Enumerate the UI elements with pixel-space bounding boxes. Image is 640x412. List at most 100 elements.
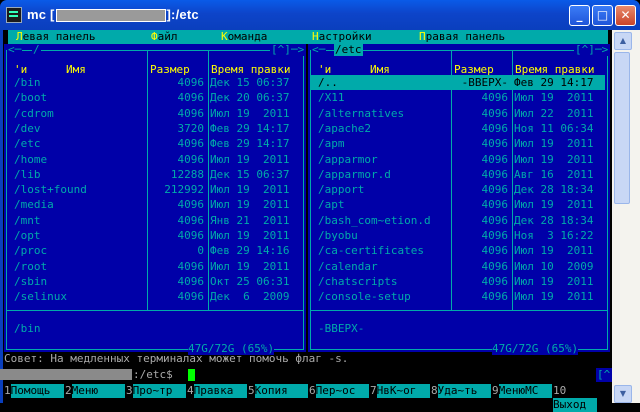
fkey-number: 4 [187, 384, 194, 397]
file-mtime: Июл 19 2011 [514, 91, 594, 105]
fkey-7[interactable]: 7НвК~ог [370, 384, 430, 398]
file-row[interactable]: /home 4096 Июл 19 2011 [7, 152, 301, 167]
file-name: /lost+found [14, 183, 87, 197]
file-mtime: Июл 19 2011 [210, 106, 290, 120]
left-panel[interactable]: <─ / [^] ─> 'и Имя Размер Время правки /… [4, 43, 306, 355]
fkey-2[interactable]: 2Меню [65, 384, 125, 398]
right-panel[interactable]: <─ /etc [^] ─> 'и Имя Размер Время правк… [308, 44, 610, 355]
fkey-3[interactable]: 3Про~тр [126, 384, 186, 398]
file-size: 4096 [177, 198, 205, 212]
file-name: /ca-certificates [318, 244, 424, 258]
panel-history-right[interactable]: ─> [594, 44, 610, 56]
panel-history-left[interactable]: <─ [311, 44, 327, 56]
file-row[interactable]: /apt 4096 Июл 19 2011 [311, 197, 605, 212]
file-size: 4096 [481, 259, 509, 273]
file-size: 4096 [177, 290, 205, 304]
file-row[interactable]: /cdrom 4096 Июл 19 2011 [7, 106, 301, 121]
file-row[interactable]: /etc 4096 Фев 29 14:17 [7, 136, 301, 151]
terminal-icon [6, 7, 22, 23]
file-name: /chatscripts [318, 274, 398, 288]
file-row[interactable]: /bash_com~etion.d 4096 Дек 28 18:34 [311, 213, 605, 228]
fkey-number: 6 [309, 384, 316, 397]
file-row[interactable]: /media 4096 Июл 19 2011 [7, 197, 301, 212]
file-mtime: Фев 29 14:16 [210, 244, 290, 258]
scroll-down-icon[interactable]: ▼ [614, 385, 632, 403]
hint-line: Совет: На медленных терминалах может пом… [0, 352, 610, 366]
close-button[interactable]: ✕ [615, 5, 636, 26]
file-mtime: Фев 29 14:17 [514, 76, 594, 89]
file-row[interactable]: /apparmor 4096 Июл 19 2011 [311, 152, 605, 167]
file-name: /cdrom [14, 106, 54, 120]
file-mtime: Июл 19 2011 [210, 152, 290, 166]
menu-options[interactable]: Настройки [312, 30, 372, 44]
file-name: /bash_com~etion.d [318, 213, 431, 227]
file-row[interactable]: /apport 4096 Дек 28 18:34 [311, 182, 605, 197]
window-titlebar[interactable]: mc []:/etc _ □ ✕ [0, 0, 640, 30]
file-row[interactable]: /bin 4096 Дек 15 06:37 [7, 75, 301, 90]
file-row-selected[interactable]: /.. -ВВЕРХ- Фев 29 14:17 [311, 75, 605, 90]
file-row[interactable]: /alternatives 4096 Июл 22 2011 [311, 106, 605, 121]
file-mtime: Дек 6 2009 [210, 290, 290, 304]
fkey-9[interactable]: 9МенюМС [492, 384, 552, 398]
file-size: 4096 [177, 229, 205, 242]
file-name: /opt [14, 229, 41, 242]
file-row[interactable]: /X11 4096 Июл 19 2011 [311, 90, 605, 105]
file-name: /apport [318, 183, 365, 197]
file-size: 4096 [481, 229, 509, 242]
scroll-up-icon[interactable]: ▲ [614, 32, 632, 50]
file-size: 4096 [481, 121, 509, 135]
file-row[interactable]: /byobu 4096 Ноя 3 16:22 [311, 228, 605, 243]
file-row[interactable]: /apache2 4096 Ноя 11 06:34 [311, 121, 605, 136]
panel-history-right[interactable]: ─> [290, 44, 306, 56]
file-size: 4096 [481, 244, 509, 258]
file-size: 4096 [177, 152, 205, 166]
file-row[interactable]: /calendar 4096 Июл 10 2009 [311, 259, 605, 274]
file-size: 4096 [481, 137, 509, 151]
file-row[interactable]: /lib 12288 Дек 15 06:37 [7, 167, 301, 182]
panel-hotlist-button[interactable]: [^] [270, 44, 292, 56]
file-mtime: Окт 25 06:31 [210, 274, 290, 288]
file-row[interactable]: /selinux 4096 Дек 6 2009 [7, 289, 301, 304]
menu-file[interactable]: Файл [151, 30, 178, 44]
fkey-4[interactable]: 4Правка [187, 384, 247, 398]
fkey-1[interactable]: 1Помощь [4, 384, 64, 398]
file-size: 4096 [177, 137, 205, 151]
hint-text: Совет: На медленных терминалах может пом… [4, 352, 349, 365]
maximize-button[interactable]: □ [592, 5, 613, 26]
file-row[interactable]: /proc 0 Фев 29 14:16 [7, 243, 301, 258]
command-line[interactable]: :/etc$ [^] [0, 368, 618, 382]
panel-path: / [32, 43, 41, 56]
fkey-6[interactable]: 6Пер~ос [309, 384, 369, 398]
file-row[interactable]: /apm 4096 Июл 19 2011 [311, 136, 605, 151]
scrollbar-thumb[interactable] [614, 52, 630, 204]
file-row[interactable]: /opt 4096 Июл 19 2011 [7, 228, 301, 243]
file-row[interactable]: /root 4096 Июл 19 2011 [7, 259, 301, 274]
file-row[interactable]: /mnt 4096 Янв 21 2011 [7, 213, 301, 228]
fkey-10[interactable]: 10Выход [553, 384, 610, 412]
file-row[interactable]: /boot 4096 Дек 20 06:37 [7, 90, 301, 105]
file-row[interactable]: /lost+found 212992 Июл 19 2011 [7, 182, 301, 197]
file-size: 212992 [164, 183, 204, 197]
file-row[interactable]: /chatscripts 4096 Июл 19 2011 [311, 274, 605, 289]
file-row[interactable]: /dev 3720 Фев 29 14:17 [7, 121, 301, 136]
file-row[interactable]: /apparmor.d 4096 Авг 16 2011 [311, 167, 605, 182]
file-name: /apparmor [318, 152, 378, 166]
panel-history-left[interactable]: <─ [7, 44, 23, 56]
file-row[interactable]: /sbin 4096 Окт 25 06:31 [7, 274, 301, 289]
file-size: 0 [197, 244, 204, 258]
window-scrollbar[interactable]: ▲ ▼ [612, 30, 640, 403]
panel-hotlist-button[interactable]: [^] [574, 44, 596, 56]
menu-right-panel[interactable]: Правая панель [419, 30, 505, 44]
fkey-5[interactable]: 5Копия [248, 384, 308, 398]
file-name: /dev [14, 121, 41, 135]
file-size: 4096 [177, 76, 205, 89]
menu-command[interactable]: Команда [221, 30, 267, 44]
menu-left-panel[interactable]: Левая панель [16, 30, 95, 44]
file-row[interactable]: /ca-certificates 4096 Июл 19 2011 [311, 243, 605, 258]
minimize-button[interactable]: _ [569, 5, 590, 26]
fkey-number: 1 [4, 384, 11, 397]
fkey-8[interactable]: 8Уда~ть [431, 384, 491, 398]
file-name: /etc [14, 137, 41, 151]
file-mtime: Июл 19 2011 [210, 229, 290, 242]
file-row[interactable]: /console-setup 4096 Июл 19 2011 [311, 289, 605, 304]
